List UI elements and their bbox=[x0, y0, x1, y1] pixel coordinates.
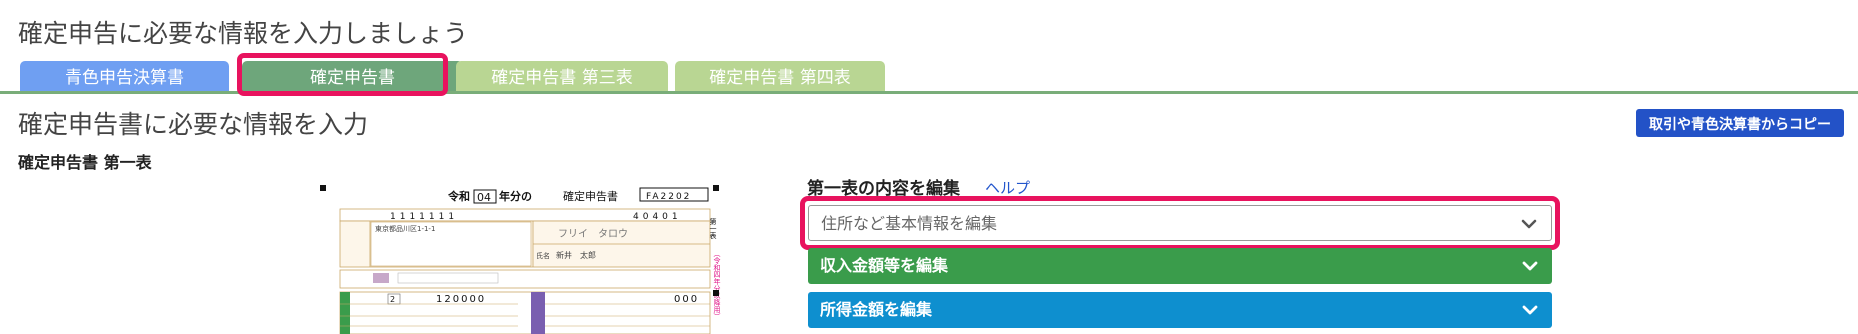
form-name: 新井 太郎 bbox=[556, 250, 596, 260]
form-side-right: （令和四年分以降用） bbox=[713, 250, 721, 320]
form-name-label: 氏名 bbox=[536, 251, 550, 260]
corner-marker bbox=[713, 185, 719, 191]
page-title: 確定申告に必要な情報を入力しましょう bbox=[18, 19, 469, 48]
form-income-value: 120000 bbox=[436, 294, 486, 305]
edit-income-amount-label: 所得金額を編集 bbox=[820, 300, 933, 319]
form-address: 東京都品川区1-1-1 bbox=[375, 224, 435, 233]
form-code: FA2202 bbox=[646, 192, 691, 202]
basic-info-highlight bbox=[800, 196, 1560, 250]
form-title: 確定申告書 bbox=[563, 189, 618, 203]
tab-fourth-table[interactable]: 確定申告書 第四表 bbox=[675, 61, 885, 91]
edit-income-amount-accordion[interactable]: 所得金額を編集 bbox=[808, 292, 1552, 328]
tax-form-preview[interactable]: 令和 04 年分の 確定申告書 FA2202 1111111 40401 東京都… bbox=[318, 180, 726, 334]
form-postal-digits: 1111111 bbox=[390, 212, 458, 222]
form-code-digits: 40401 bbox=[633, 212, 682, 222]
form-right-value: 000 bbox=[674, 294, 699, 305]
chevron-down-icon bbox=[1522, 305, 1538, 315]
form-year-prefix: 令和 bbox=[447, 189, 470, 203]
corner-marker bbox=[713, 290, 719, 296]
form-year-suffix: 年分の bbox=[499, 189, 532, 203]
corner-marker bbox=[320, 185, 326, 191]
tab-third-table[interactable]: 確定申告書 第三表 bbox=[456, 61, 668, 91]
svg-text:2: 2 bbox=[390, 295, 395, 304]
form-furigana: フリイ タロウ bbox=[558, 228, 628, 240]
copy-from-transactions-button[interactable]: 取引や青色決算書からコピー bbox=[1636, 109, 1844, 137]
form-side-label: 第一表 bbox=[709, 217, 717, 240]
form-year: 04 bbox=[477, 191, 491, 204]
tab-blue-return[interactable]: 青色申告決算書 bbox=[20, 61, 229, 91]
chevron-down-icon bbox=[1522, 261, 1538, 271]
edit-income-label: 収入金額等を編集 bbox=[820, 256, 949, 275]
form-subtitle: 確定申告書 第一表 bbox=[18, 153, 152, 172]
help-link[interactable]: ヘルプ bbox=[985, 177, 1030, 198]
section-title: 確定申告書に必要な情報を入力 bbox=[18, 110, 369, 139]
tax-form-svg: 令和 04 年分の 確定申告書 FA2202 1111111 40401 東京都… bbox=[320, 185, 721, 334]
active-tab-highlight bbox=[237, 53, 448, 96]
edit-income-accordion[interactable]: 収入金額等を編集 bbox=[808, 248, 1552, 284]
